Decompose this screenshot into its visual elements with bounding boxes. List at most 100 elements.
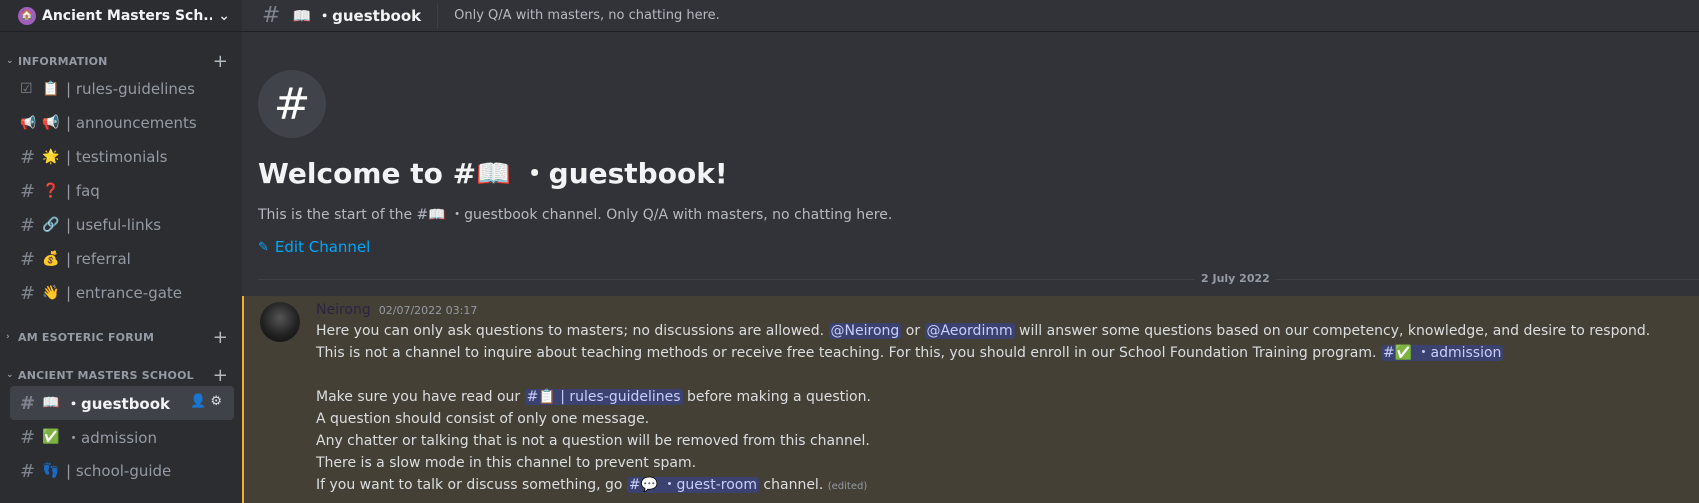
channel-guestbook[interactable]: # 📖 ・guestbook 👤⚙ (10, 386, 234, 420)
rules-channel-icon: ☑ (20, 81, 33, 97)
channel-school-guide[interactable]: # 👣 | school-guide (10, 454, 234, 488)
message-timestamp: 02/07/2022 03:17 (378, 304, 478, 317)
message-text: Make sure you have read our (316, 389, 525, 405)
channel-actions: 👤⚙ (190, 394, 226, 409)
message-line: Any chatter or talking that is not a que… (316, 433, 870, 449)
category-label: AM ESOTERIC FORUM (18, 330, 155, 344)
channel-name: ・guestbook (317, 7, 422, 25)
message-text: If you want to talk or discuss something… (316, 477, 627, 493)
channel-emoji: 👋 (42, 285, 60, 301)
channel-emoji: ✅ (42, 429, 60, 445)
channel-label: | rules-guidelines (66, 80, 195, 98)
message-line: If you want to talk or discuss something… (316, 474, 1689, 498)
pencil-icon: ✎ (258, 239, 269, 255)
channel-label: | school-guide (66, 462, 172, 480)
add-channel-icon[interactable]: + (213, 365, 228, 386)
server-logo-icon: 🏠 (18, 6, 36, 25)
category-label: ANCIENT MASTERS SCHOOL (18, 368, 194, 382)
message-line: This is not a channel to inquire about t… (316, 342, 1689, 364)
hash-icon: # (20, 248, 36, 270)
channel-emoji: 📋 (42, 81, 60, 97)
category-information[interactable]: ⌄ INFORMATION + (0, 50, 242, 72)
channel-emoji: 🔗 (42, 217, 60, 233)
hash-icon: # (20, 426, 36, 448)
message-text: before making a question. (682, 389, 871, 405)
caret-down-icon: ⌄ (6, 370, 14, 380)
channel-rules-guidelines[interactable]: ☑ 📋 | rules-guidelines (10, 72, 234, 106)
channel-emoji: 📢 (42, 115, 60, 131)
message-text: channel. (758, 477, 828, 493)
date-divider (258, 279, 1699, 280)
channel-label: | useful-links (66, 216, 162, 234)
message[interactable]: Neirong 02/07/2022 03:17 Here you can on… (242, 296, 1699, 503)
channel-testimonials[interactable]: # 🌟 | testimonials (10, 140, 234, 174)
category-am-esoteric-forum[interactable]: › AM ESOTERIC FORUM + (0, 326, 242, 348)
edited-marker: (edited) (827, 481, 868, 492)
channel-sidebar: 🏠 Ancient Masters Sch... ⌄ ⌄ INFORMATION… (0, 0, 242, 503)
channel-label: | faq (66, 182, 100, 200)
hash-icon: # (20, 392, 36, 414)
date-divider-label: 2 July 2022 (1195, 272, 1276, 285)
server-name: Ancient Masters Sch... (42, 7, 213, 24)
channel-mention[interactable]: #💬 ・guest-room (626, 477, 759, 493)
invite-icon[interactable]: 👤 (190, 394, 210, 409)
hash-icon: # (20, 214, 36, 236)
channel-emoji: 📖 (42, 395, 60, 411)
channel-entrance-gate[interactable]: # 👋 | entrance-gate (10, 276, 234, 310)
message-line: Here you can only ask questions to maste… (316, 320, 1689, 342)
channel-emoji: 💰 (42, 251, 60, 267)
channel-label: | testimonials (66, 148, 168, 166)
caret-right-icon: › (6, 332, 10, 342)
channel-mention[interactable]: #✅ ・admission (1380, 345, 1504, 361)
edit-channel-label: Edit Channel (274, 238, 371, 256)
message-text: will answer some questions based on our … (1014, 323, 1651, 339)
hash-icon: # (20, 146, 36, 168)
channel-topbar: # 📖 ・guestbook Only Q/A with masters, no … (242, 0, 1699, 32)
message-author[interactable]: Neirong (316, 302, 371, 318)
category-ancient-masters-school[interactable]: ⌄ ANCIENT MASTERS SCHOOL + (0, 364, 242, 386)
channel-label: | referral (66, 250, 131, 268)
message-body: Neirong 02/07/2022 03:17 Here you can on… (316, 302, 1689, 498)
message-header: Neirong 02/07/2022 03:17 (316, 302, 1689, 318)
channel-topic[interactable]: Only Q/A with masters, no chatting here. (454, 8, 720, 23)
channel-title: 📖 ・guestbook (292, 5, 421, 26)
user-mention[interactable]: @Aeordimm (924, 323, 1015, 339)
message-text: or (901, 323, 925, 339)
avatar[interactable] (260, 302, 300, 342)
channel-announcements[interactable]: 📢 📢 | announcements (10, 106, 234, 140)
welcome-description: This is the start of the #📖 ・guestbook c… (258, 207, 893, 223)
message-text: Here you can only ask questions to maste… (316, 323, 829, 339)
channel-mention[interactable]: #📋 | rules-guidelines (524, 389, 683, 405)
channel-label: | announcements (66, 114, 197, 132)
channel-faq[interactable]: # ❓ | faq (10, 174, 234, 208)
hash-icon: # (262, 3, 281, 28)
welcome-heading: Welcome to #📖 ・guestbook! (258, 157, 728, 190)
message-line (316, 364, 1689, 386)
channel-label: ・guestbook (66, 394, 171, 413)
chevron-down-icon[interactable]: ⌄ (218, 8, 230, 24)
channel-emoji: 👣 (42, 463, 60, 479)
hash-icon: # (258, 70, 326, 138)
add-channel-icon[interactable]: + (213, 51, 228, 72)
megaphone-icon: 📢 (20, 115, 37, 131)
caret-down-icon: ⌄ (6, 56, 14, 66)
channel-emoji: 🌟 (42, 149, 60, 165)
message-text: This is not a channel to inquire about t… (316, 345, 1381, 361)
category-label: INFORMATION (18, 54, 108, 68)
channel-emoji: 📖 (292, 7, 312, 25)
server-header[interactable]: 🏠 Ancient Masters Sch... ⌄ (0, 0, 242, 32)
hash-icon: # (20, 460, 36, 482)
user-mention[interactable]: @Neirong (828, 323, 902, 339)
message-line: There is a slow mode in this channel to … (316, 455, 697, 471)
channel-admission[interactable]: # ✅ ・admission (10, 420, 234, 454)
edit-channel-button[interactable]: ✎ Edit Channel (258, 238, 892, 256)
channel-useful-links[interactable]: # 🔗 | useful-links (10, 208, 234, 242)
divider (437, 3, 439, 28)
hash-icon: # (20, 282, 36, 304)
add-channel-icon[interactable]: + (213, 327, 228, 348)
channel-label: | entrance-gate (66, 284, 183, 302)
gear-icon[interactable]: ⚙ (210, 394, 226, 409)
hash-icon: # (20, 180, 36, 202)
channel-emoji: ❓ (42, 183, 60, 199)
channel-referral[interactable]: # 💰 | referral (10, 242, 234, 276)
